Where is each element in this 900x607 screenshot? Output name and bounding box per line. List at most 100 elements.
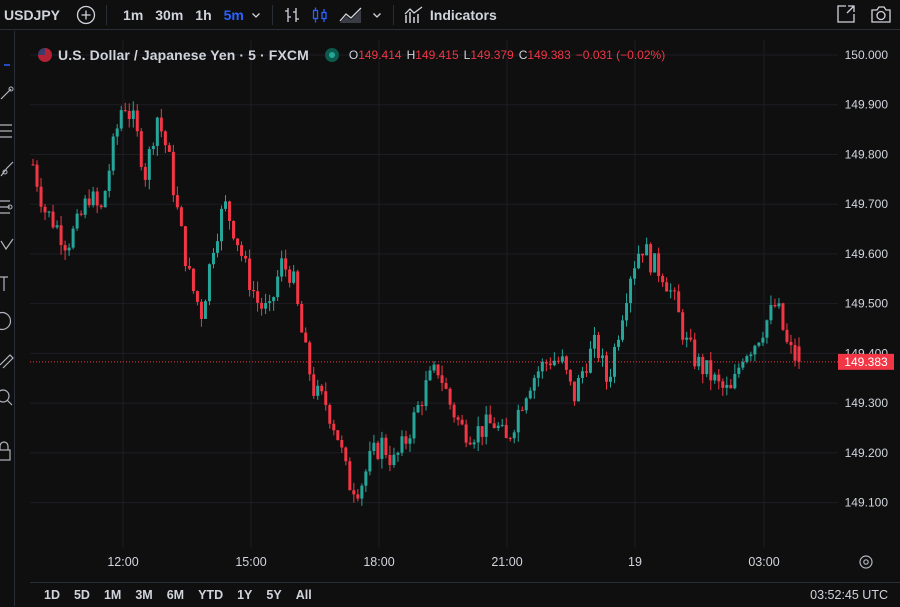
candle-body (404, 436, 408, 444)
time-tick-label: 18:00 (363, 555, 394, 569)
candle-body (39, 186, 43, 207)
candle-body (308, 342, 312, 375)
candle-body (440, 375, 444, 384)
candle-body (139, 131, 143, 167)
utc-clock[interactable]: 03:52:45 UTC (810, 588, 888, 602)
candle-body (472, 442, 476, 445)
candle-body (416, 405, 420, 413)
candle-body (468, 442, 472, 445)
candle-body (701, 356, 705, 375)
candle-body (536, 371, 540, 378)
candle-body (637, 253, 641, 269)
candle-body (673, 290, 677, 292)
market-open-status-icon (324, 48, 339, 62)
candle-body (256, 291, 260, 303)
range-all[interactable]: All (296, 588, 312, 602)
price-tick-label: 149.200 (845, 446, 889, 460)
candle-body (424, 380, 428, 407)
candle-body (244, 255, 248, 259)
candle-body (127, 110, 131, 120)
range-5d[interactable]: 5D (74, 588, 90, 602)
ohlc-high: H149.415 (406, 48, 459, 62)
candle-body (63, 245, 67, 251)
axis-settings-icon[interactable] (859, 555, 873, 569)
candle-body (689, 337, 693, 340)
candle-body (336, 430, 340, 441)
price-tick-label: 149.900 (845, 98, 889, 112)
range-6m[interactable]: 6M (167, 588, 184, 602)
candle-body (268, 301, 272, 303)
price-chart[interactable]: 150.000 149.900 149.800 149.700 149.600 149.5… (0, 0, 900, 606)
range-ytd[interactable]: YTD (198, 588, 223, 602)
candle-body (191, 268, 195, 292)
candle-body (264, 302, 268, 309)
range-3m[interactable]: 3M (135, 588, 152, 602)
candle-body (260, 302, 264, 309)
candle-body (456, 417, 460, 420)
candle-body (107, 170, 111, 191)
candle-body (356, 494, 360, 499)
candle-body (428, 370, 432, 381)
candle-body (236, 238, 240, 246)
candle-body (400, 436, 404, 453)
candle-body (773, 304, 777, 307)
candle-body (119, 110, 123, 129)
candle-body (284, 258, 288, 270)
candle-body (131, 110, 135, 120)
candle-body (797, 346, 801, 362)
candle-body (171, 151, 175, 196)
candle-body (272, 297, 276, 302)
candle-body (540, 361, 544, 372)
candle-body (296, 271, 300, 305)
candle-body (725, 384, 729, 388)
candle-body (83, 198, 87, 215)
candle-body (292, 271, 296, 283)
candle-body (380, 437, 384, 459)
candle-body (147, 149, 151, 180)
candle-body (392, 454, 396, 466)
candle-body (617, 339, 621, 347)
candle-body (448, 388, 452, 405)
candle-body (99, 205, 103, 208)
candle-body (332, 423, 336, 431)
candle-body (324, 391, 328, 406)
price-tick-label: 149.100 (845, 496, 889, 510)
candle-body (163, 131, 167, 146)
candle-body (488, 414, 492, 424)
candle-body (793, 345, 797, 361)
candle-body (568, 369, 572, 382)
range-5y[interactable]: 5Y (266, 588, 281, 602)
candle-body (476, 426, 480, 443)
price-tick-label: 150.000 (845, 48, 889, 62)
candle-body (55, 225, 59, 228)
candle-body (460, 419, 464, 425)
candle-body (95, 191, 99, 206)
candle-body (31, 164, 35, 166)
candle-body (252, 289, 256, 292)
candle-body (588, 348, 592, 373)
candle-body (665, 282, 669, 292)
candle-body (135, 110, 139, 132)
candle-body (175, 195, 179, 208)
candle-body (749, 354, 753, 357)
candle-body (320, 385, 324, 392)
candle-body (757, 342, 761, 346)
candle-body (677, 291, 681, 313)
candle-body (87, 198, 91, 206)
candle-body (312, 374, 316, 396)
candle-body (199, 301, 203, 319)
range-1d[interactable]: 1D (44, 588, 60, 602)
candle-body (769, 304, 773, 321)
candle-body (496, 425, 500, 429)
range-1m[interactable]: 1M (104, 588, 121, 602)
candle-body (645, 244, 649, 256)
candle-body (681, 312, 685, 340)
time-tick-label: 21:00 (491, 555, 522, 569)
candle-body (669, 290, 673, 292)
ohlc-open: O149.414 (348, 48, 402, 62)
candle-body (492, 423, 496, 429)
range-1y[interactable]: 1Y (237, 588, 252, 602)
candle-body (224, 201, 228, 209)
candle-body (504, 424, 508, 439)
symbol-title[interactable]: U.S. Dollar / Japanese Yen · 5 · FXCM (58, 47, 309, 63)
